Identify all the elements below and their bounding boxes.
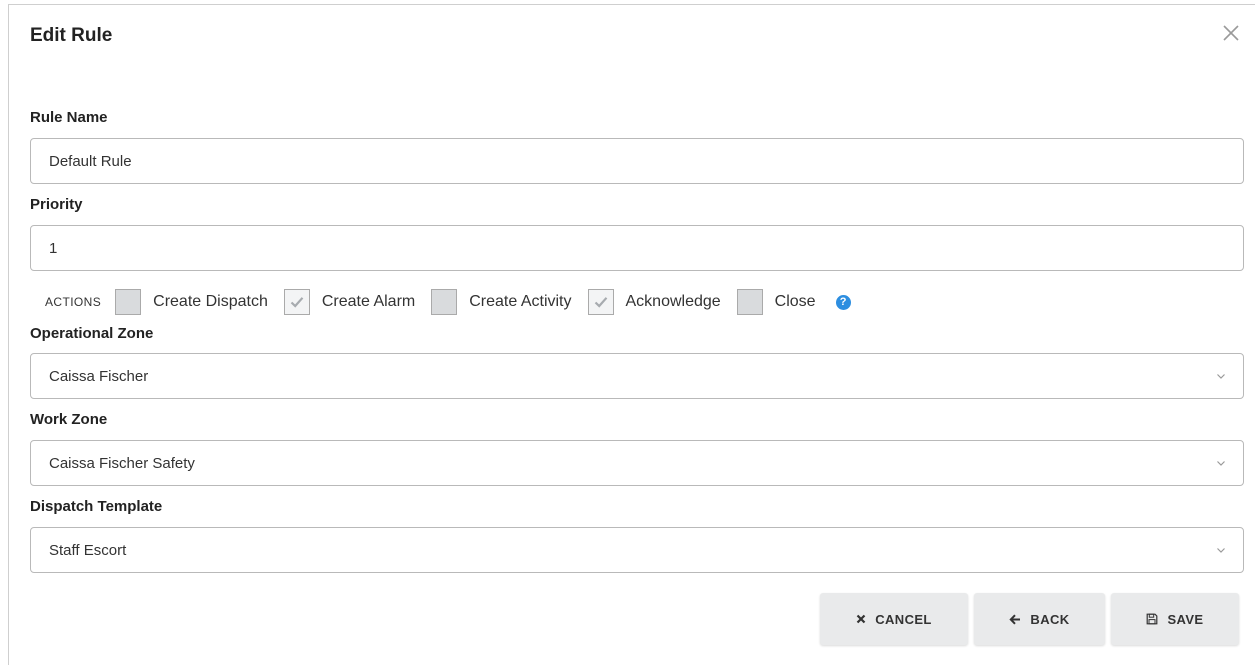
create-alarm-checkbox[interactable] xyxy=(283,289,310,315)
chevron-down-icon xyxy=(1217,461,1225,466)
priority-label: Priority xyxy=(30,196,83,213)
acknowledge-label: Acknowledge xyxy=(625,293,721,310)
dispatch-template-label: Dispatch Template xyxy=(30,498,163,515)
priority-value: 1 xyxy=(49,239,58,257)
back-button[interactable]: BACK xyxy=(974,593,1105,645)
work-zone-label: Work Zone xyxy=(30,411,108,428)
modal-title: Edit Rule xyxy=(30,25,113,46)
dispatch-template-value: Staff Escort xyxy=(49,541,127,559)
operational-zone-select[interactable]: Caissa Fischer xyxy=(30,353,1244,399)
question-circle-icon[interactable]: ? xyxy=(835,294,851,310)
chevron-down-icon xyxy=(1217,374,1225,379)
create-dispatch-label: Create Dispatch xyxy=(153,293,268,310)
check-icon xyxy=(594,297,607,308)
chevron-down-icon xyxy=(1217,548,1225,553)
save-button[interactable]: SAVE xyxy=(1111,593,1239,645)
create-activity-checkbox[interactable] xyxy=(431,289,458,315)
create-dispatch-checkbox[interactable] xyxy=(115,289,142,315)
actions-row: ACTIONS Create Dispatch Create Alarm Cre… xyxy=(45,287,851,317)
rule-name-input[interactable]: Default Rule xyxy=(30,138,1244,184)
cancel-button[interactable]: CANCEL xyxy=(820,593,968,645)
check-icon xyxy=(290,297,304,308)
close-label: Close xyxy=(774,293,816,310)
priority-input[interactable]: 1 xyxy=(30,225,1244,271)
dispatch-template-select[interactable]: Staff Escort xyxy=(30,527,1244,573)
edit-rule-modal: Edit Rule Rule Name Default Rule Priorit… xyxy=(8,4,1255,665)
acknowledge-checkbox[interactable] xyxy=(587,289,614,315)
create-alarm-label: Create Alarm xyxy=(321,293,416,310)
operational-zone-value: Caissa Fischer xyxy=(49,367,149,385)
back-label: BACK xyxy=(1030,611,1070,627)
work-zone-value: Caissa Fischer Safety xyxy=(49,454,195,472)
x-icon xyxy=(856,614,866,624)
floppy-disk-icon xyxy=(1147,613,1158,625)
create-activity-label: Create Activity xyxy=(469,293,572,310)
cancel-label: CANCEL xyxy=(875,611,932,627)
arrow-left-icon xyxy=(1009,614,1021,624)
rule-name-label: Rule Name xyxy=(30,109,108,126)
work-zone-select[interactable]: Caissa Fischer Safety xyxy=(30,440,1244,486)
close-checkbox[interactable] xyxy=(736,289,763,315)
close-icon[interactable] xyxy=(1220,22,1242,44)
operational-zone-label: Operational Zone xyxy=(30,325,154,342)
save-label: SAVE xyxy=(1167,611,1204,627)
rule-name-value: Default Rule xyxy=(49,152,132,170)
actions-label: ACTIONS xyxy=(45,295,102,309)
